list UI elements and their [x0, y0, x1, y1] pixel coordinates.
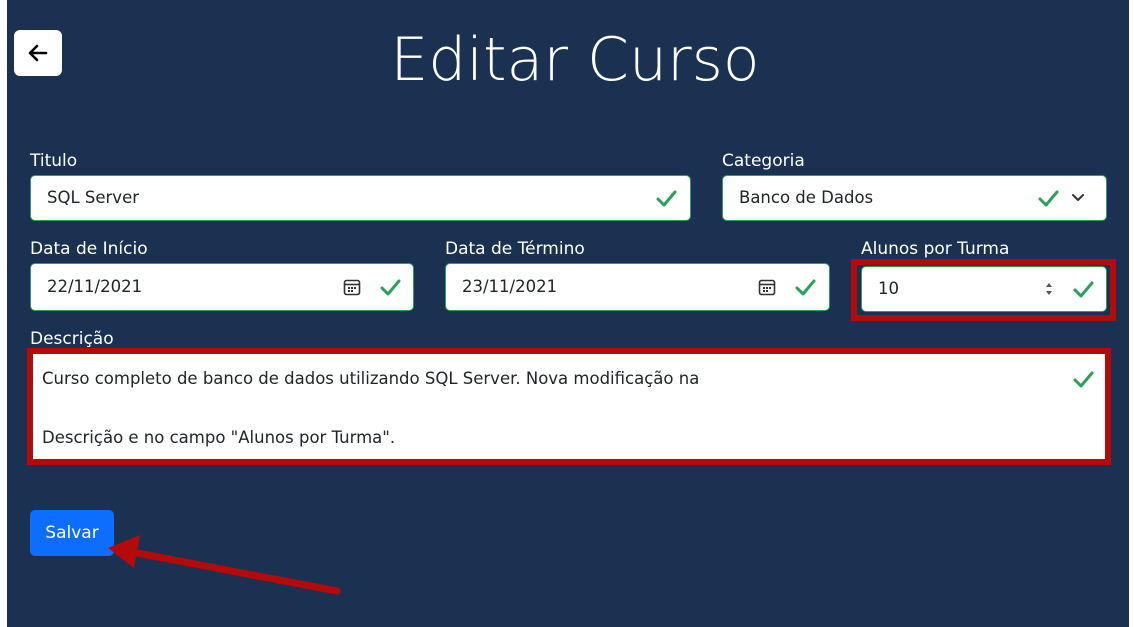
annotation-arrow [108, 535, 341, 595]
